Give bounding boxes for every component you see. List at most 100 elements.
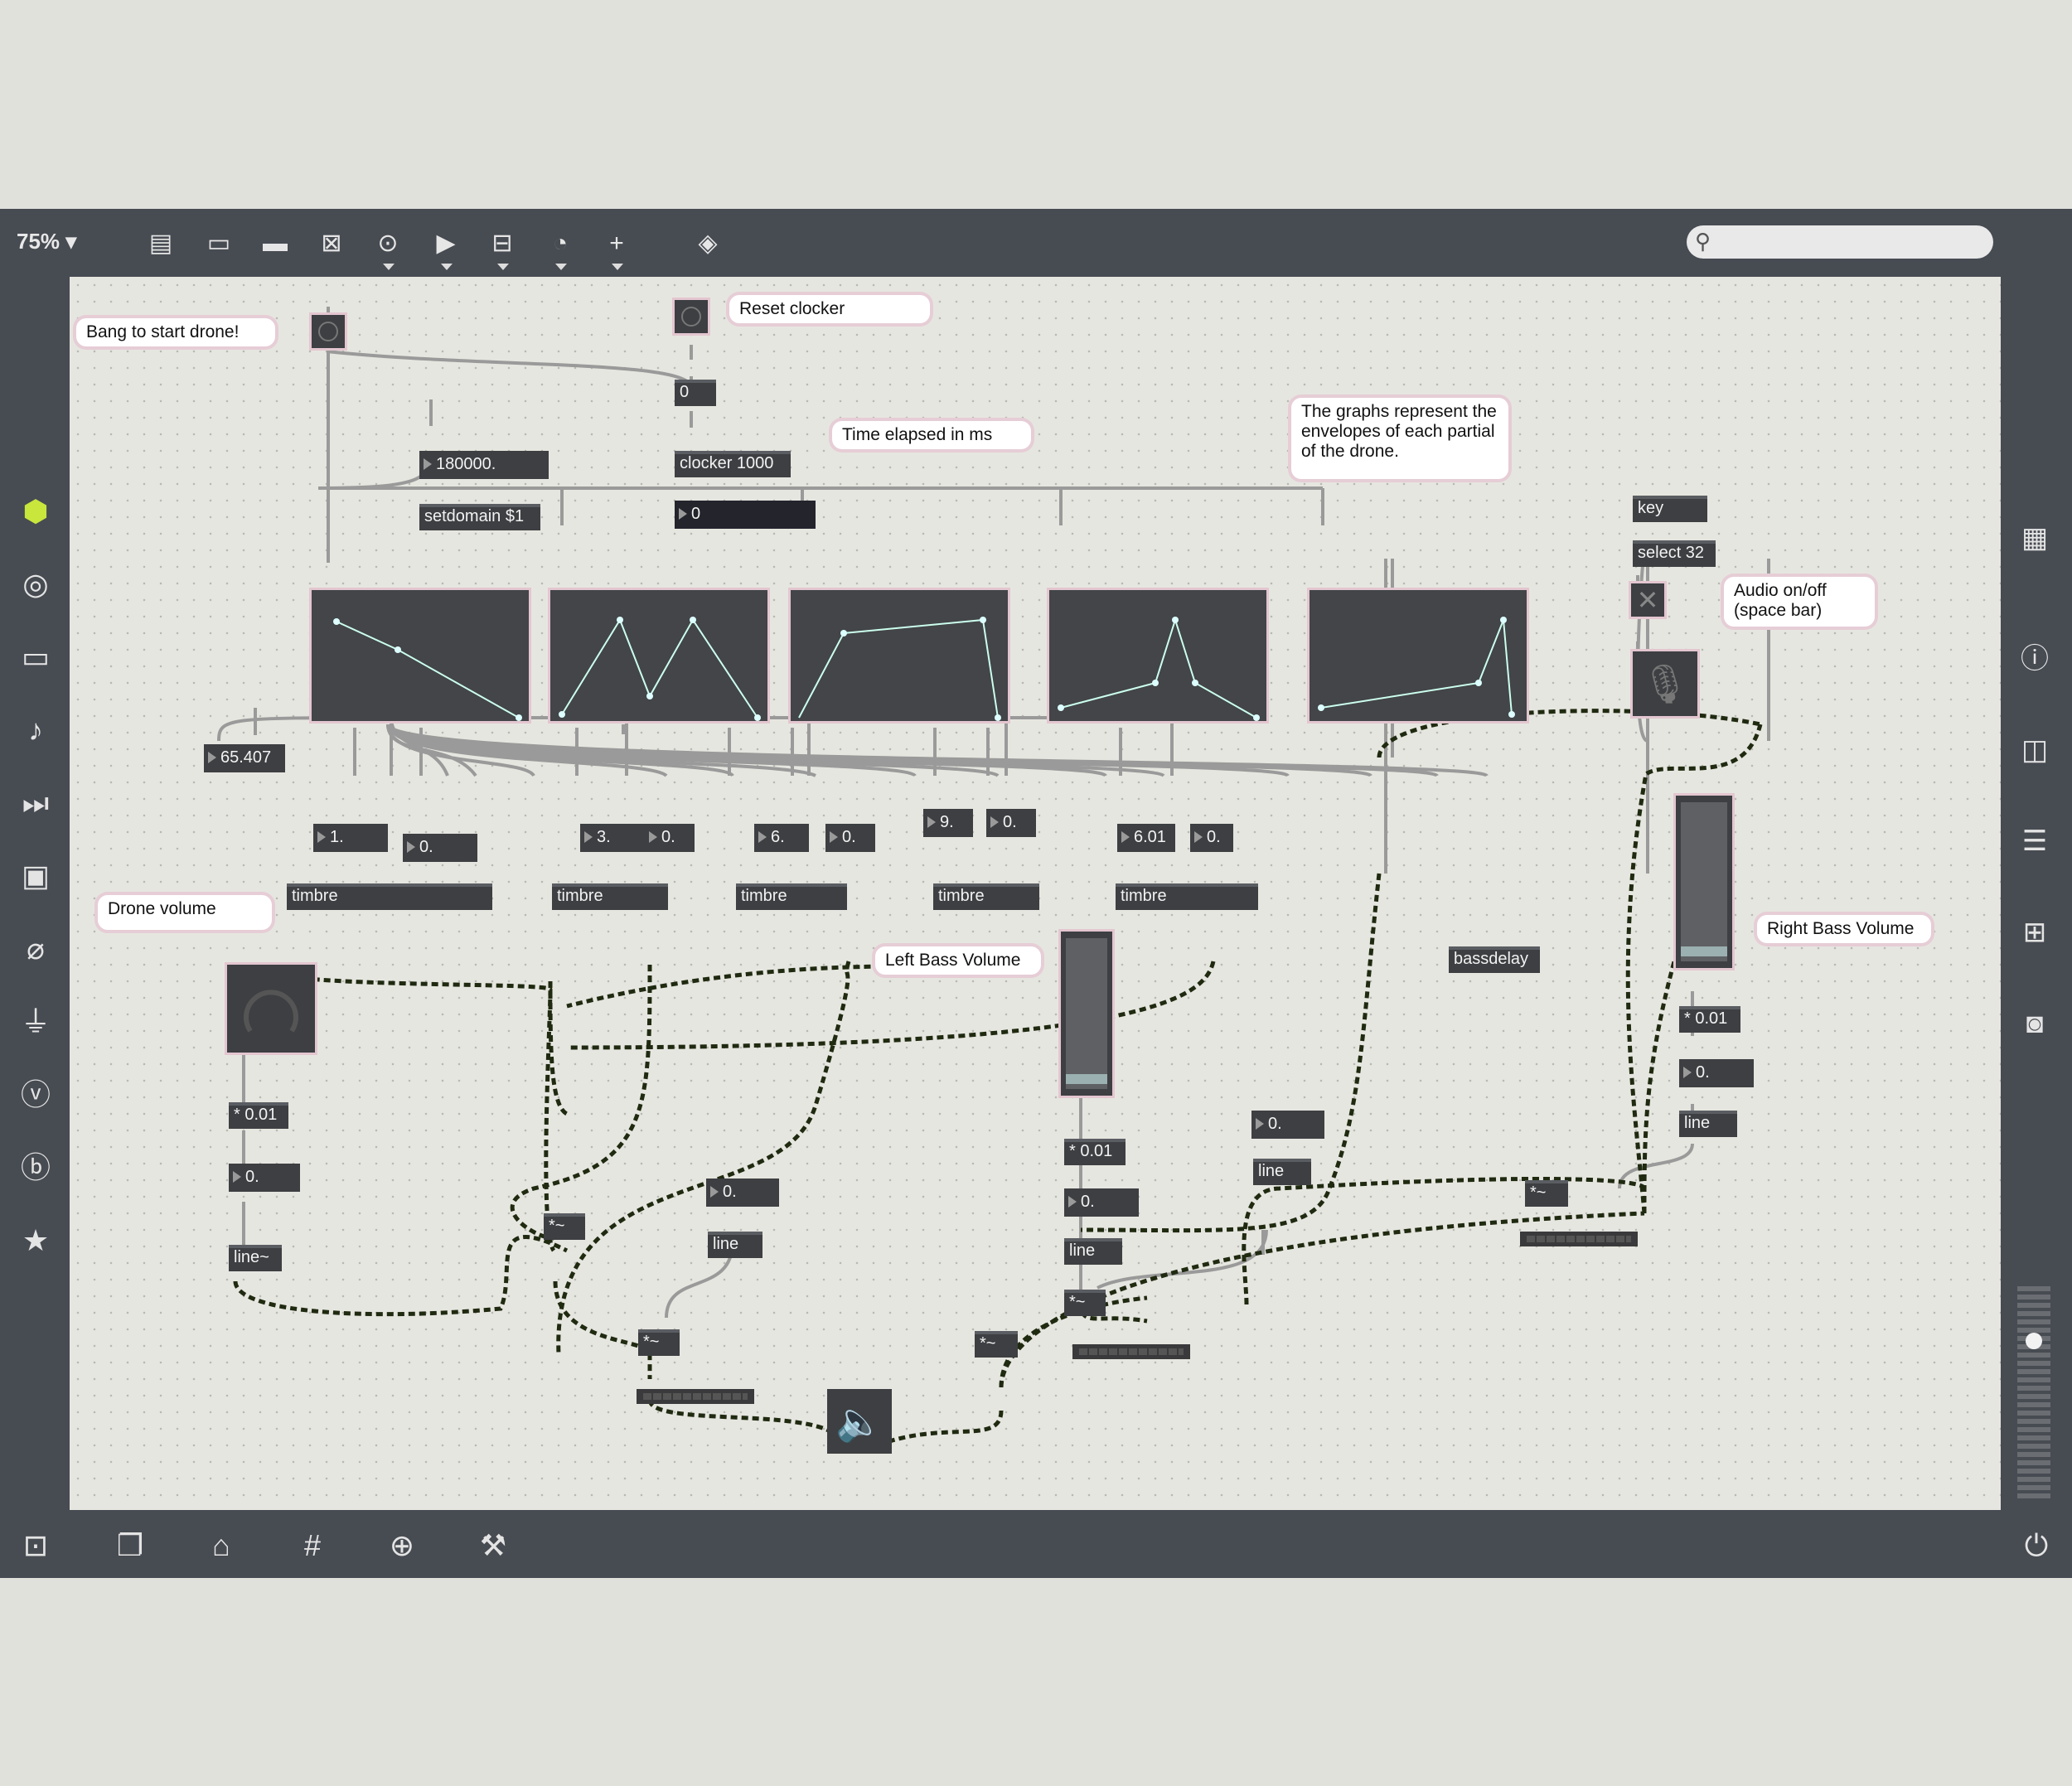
multsig-drone[interactable]: *~ <box>544 1213 585 1240</box>
image-icon[interactable]: ▣ <box>15 855 56 897</box>
slider-icon[interactable]: ⊟ <box>484 225 520 262</box>
multiply-001-drone[interactable]: * 0.01 <box>229 1102 288 1129</box>
number-ratio-5[interactable]: 6.01 <box>1117 824 1175 852</box>
circle-icon[interactable]: ◎ <box>15 564 56 605</box>
number-right-bass[interactable]: 0. <box>1679 1059 1754 1087</box>
select-object[interactable]: select 32 <box>1633 540 1716 567</box>
vimeo-icon[interactable]: ⓥ <box>15 1074 56 1116</box>
bang-reset-button[interactable] <box>675 300 708 333</box>
toolbar: 75% ▾ ▤ ▭ ▬ ⊠ ⊙ ▶ ⊟ ◔ + ◈ ⚲ <box>0 209 2072 275</box>
envelope-graph-1[interactable] <box>312 590 529 721</box>
line-object-right[interactable]: line <box>1679 1111 1737 1137</box>
patch-canvas[interactable]: Bang to start drone! Reset clocker Time … <box>70 277 2001 1510</box>
clocker-object[interactable]: clocker 1000 <box>675 451 791 477</box>
number-offset-2[interactable]: 0. <box>645 824 695 852</box>
comment-icon[interactable]: ▬ <box>257 225 293 262</box>
message-zero[interactable]: 0 <box>675 380 716 406</box>
meter-center <box>1072 1344 1190 1359</box>
presentation-icon[interactable]: ⌂ <box>199 1525 244 1566</box>
line-object-left[interactable]: line <box>1064 1238 1122 1265</box>
volume-knob[interactable] <box>2026 1333 2042 1349</box>
right-bass-slider[interactable] <box>1676 796 1732 968</box>
multsig-right[interactable]: *~ <box>975 1331 1018 1358</box>
lock-icon[interactable]: ⊡ <box>13 1525 58 1566</box>
multsig-right-bass[interactable]: *~ <box>1525 1180 1568 1207</box>
number-domain[interactable]: 180000. <box>419 451 549 479</box>
grid-icon[interactable]: ▦ <box>2014 517 2055 559</box>
timbre-object-5[interactable]: timbre <box>1116 883 1258 910</box>
cube-icon[interactable]: ⬢ <box>15 491 56 532</box>
left-bass-slider[interactable] <box>1061 932 1112 1096</box>
number-ratio-1[interactable]: 1. <box>313 824 388 852</box>
book-icon[interactable]: ⊞ <box>2014 912 2055 953</box>
bang-start-button[interactable] <box>312 315 345 348</box>
number-offset-4[interactable]: 0. <box>986 809 1036 837</box>
b-icon[interactable]: ⓑ <box>15 1147 56 1188</box>
max-patcher-window: 75% ▾ ▤ ▭ ▬ ⊠ ⊙ ▶ ⊟ ◔ + ◈ ⚲ ⬢ ◎ ▭ ♪ ⏭ ▣ … <box>0 209 2072 1578</box>
wrench-icon[interactable]: ⚒ <box>471 1525 516 1566</box>
paperclip-add-icon[interactable]: ⊕ <box>380 1525 424 1566</box>
zoom-menu[interactable]: 75% ▾ <box>17 229 76 254</box>
presentation-icon[interactable]: ▤ <box>143 225 179 262</box>
windows-icon[interactable]: ❐ <box>108 1525 152 1566</box>
dial-icon[interactable]: ◔ <box>542 225 579 262</box>
number-offset-1[interactable]: 0. <box>403 834 477 862</box>
number-elapsed[interactable]: 0 <box>675 501 816 529</box>
number-line-a[interactable]: 0. <box>706 1179 779 1207</box>
comment-graphs-info: The graphs represent the envelopes of ea… <box>1291 398 1508 479</box>
star-icon[interactable]: ★ <box>15 1220 56 1261</box>
line-object-a[interactable]: line <box>708 1232 762 1258</box>
volume-slider[interactable] <box>2017 1286 2050 1502</box>
setdomain-message[interactable]: setdomain $1 <box>419 504 540 530</box>
play-icon[interactable]: ▶ <box>428 225 464 262</box>
number-frequency[interactable]: 65.407 <box>204 744 285 772</box>
info-icon[interactable]: ⓘ <box>2014 638 2055 680</box>
camera-icon[interactable]: ◙ <box>2014 1003 2055 1044</box>
number-offset-5[interactable]: 0. <box>1190 824 1233 852</box>
number-drone-volume[interactable]: 0. <box>229 1164 300 1192</box>
ezadc-mic-button[interactable]: 🎙 <box>1633 651 1697 716</box>
paint-bucket-icon[interactable]: ◈ <box>690 225 726 262</box>
key-object[interactable]: key <box>1633 496 1707 522</box>
grid-icon[interactable]: # <box>290 1525 335 1566</box>
drone-volume-dial[interactable] <box>227 965 315 1053</box>
bassdelay-object[interactable]: bassdelay <box>1449 946 1540 973</box>
search-input[interactable]: ⚲ <box>1687 225 1993 259</box>
plus-icon[interactable]: + <box>598 225 635 262</box>
comment-audio-onoff: Audio on/off (space bar) <box>1724 577 1875 627</box>
message-icon[interactable]: ▭ <box>201 225 237 262</box>
toggle-icon[interactable]: ⊠ <box>313 225 350 262</box>
envelope-graph-4[interactable] <box>1049 590 1266 721</box>
timbre-object-4[interactable]: timbre <box>933 883 1039 910</box>
timbre-object-2[interactable]: timbre <box>552 883 668 910</box>
plug-icon[interactable]: ⏚ <box>15 1001 56 1043</box>
button-icon[interactable]: ⊙ <box>370 225 406 262</box>
line-object-b[interactable]: line <box>1253 1159 1311 1185</box>
envelope-graph-5[interactable] <box>1310 590 1527 721</box>
line-sig-drone[interactable]: line~ <box>229 1245 282 1271</box>
columns-icon[interactable]: ◫ <box>2014 729 2055 771</box>
number-ratio-2[interactable]: 3. <box>580 824 646 852</box>
number-offset-3[interactable]: 0. <box>825 824 875 852</box>
timbre-object-1[interactable]: timbre <box>287 883 492 910</box>
envelope-graph-2[interactable] <box>550 590 767 721</box>
power-icon[interactable]: ⏻ <box>2014 1525 2059 1566</box>
paperclip-icon[interactable]: ⌀ <box>15 928 56 970</box>
list-icon[interactable]: ☰ <box>2014 820 2055 862</box>
note-icon[interactable]: ♪ <box>15 709 56 751</box>
film-icon[interactable]: ▭ <box>15 636 56 678</box>
ezdac-speaker-button[interactable]: 🔈 <box>827 1389 892 1454</box>
multsig-left-bass[interactable]: *~ <box>1064 1290 1106 1316</box>
multsig-left[interactable]: *~ <box>638 1329 680 1356</box>
media-icon[interactable]: ⏭ <box>15 782 56 824</box>
envelope-graph-3[interactable] <box>791 590 1008 721</box>
comment-bang-start: Bang to start drone! <box>76 318 275 346</box>
number-line-b[interactable]: 0. <box>1251 1111 1324 1139</box>
timbre-object-3[interactable]: timbre <box>736 883 847 910</box>
multiply-001-left[interactable]: * 0.01 <box>1064 1139 1126 1165</box>
number-left-bass[interactable]: 0. <box>1064 1188 1139 1217</box>
multiply-001-right[interactable]: * 0.01 <box>1679 1006 1740 1033</box>
audio-toggle[interactable]: ✕ <box>1631 583 1664 617</box>
number-ratio-3[interactable]: 6. <box>754 824 809 852</box>
number-ratio-4[interactable]: 9. <box>923 809 973 837</box>
